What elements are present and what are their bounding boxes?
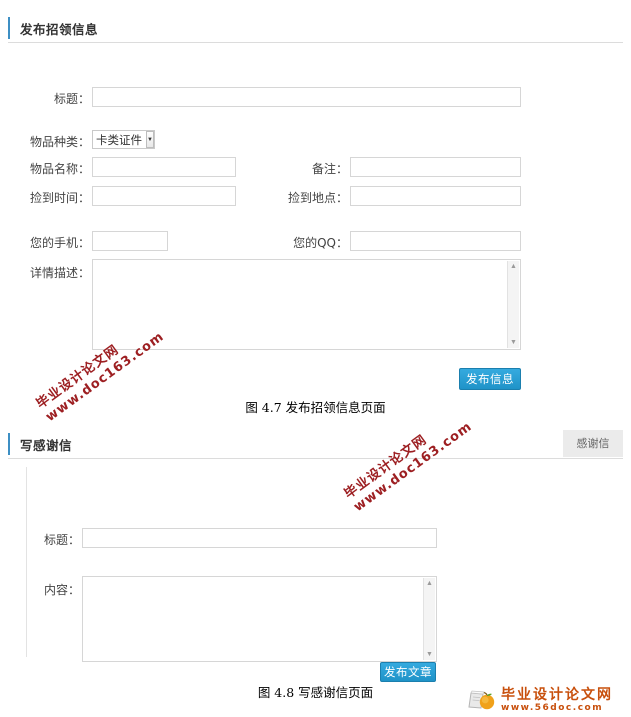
book-orange-svg: [468, 690, 495, 709]
label-category: 物品种类：: [29, 135, 90, 149]
label-title: 标题：: [53, 92, 90, 106]
input-found-place[interactable]: [350, 186, 521, 206]
publish-article-button[interactable]: 发布文章: [380, 662, 436, 682]
select-category[interactable]: 卡类证件 ▼: [92, 130, 155, 149]
label-item-name: 物品名称：: [29, 162, 90, 176]
label-qq: 您的QQ：: [293, 236, 348, 250]
textarea-content-scrollbar[interactable]: ▲ ▼: [423, 578, 435, 660]
input-phone[interactable]: [92, 231, 168, 251]
chevron-down-icon[interactable]: ▼: [146, 131, 154, 148]
scroll-up-icon[interactable]: ▲: [424, 578, 435, 589]
scroll-up-icon[interactable]: ▲: [508, 261, 519, 272]
panel2-accent-bar: [8, 433, 10, 455]
panel1-header: 发布招领信息: [8, 14, 623, 43]
input-item-name[interactable]: [92, 157, 236, 177]
book-orange-icon: [468, 689, 498, 713]
input-title[interactable]: [92, 87, 521, 107]
label-letter-content: 内容：: [43, 583, 80, 597]
label-found-time: 捡到时间：: [29, 191, 90, 205]
panel2-header: 写感谢信 感谢信: [8, 430, 623, 459]
label-letter-title: 标题：: [43, 533, 80, 547]
panel1-accent-bar: [8, 17, 10, 39]
textarea-letter-content[interactable]: ▲ ▼: [82, 576, 437, 662]
site-logo: 毕业设计论文网 www.56doc.com: [468, 688, 613, 713]
input-letter-title[interactable]: [82, 528, 437, 548]
select-category-value: 卡类证件: [96, 132, 142, 147]
scroll-down-icon[interactable]: ▼: [424, 649, 435, 660]
label-phone: 您的手机：: [29, 236, 90, 250]
logo-title: 毕业设计论文网: [501, 687, 613, 703]
label-remark: 备注：: [311, 162, 348, 176]
logo-text: 毕业设计论文网 www.56doc.com: [501, 688, 613, 713]
scroll-down-icon[interactable]: ▼: [508, 337, 519, 348]
figure-caption-4-7: 图 4.7 发布招领信息页面: [245, 400, 386, 415]
input-found-time[interactable]: [92, 186, 236, 206]
publish-info-button[interactable]: 发布信息: [459, 368, 521, 390]
logo-url: www.56doc.com: [501, 703, 604, 713]
panel1-body: 标题： 物品种类： 卡类证件 ▼ 物品名称： 备注： 捡到时间： 捡到地点： 您…: [8, 43, 623, 390]
panel2-body: 标题： 内容： ▲ ▼ 发布文章: [8, 459, 623, 682]
input-remark[interactable]: [350, 157, 521, 177]
textarea-detail[interactable]: ▲ ▼: [92, 259, 521, 350]
label-found-place: 捡到地点：: [287, 191, 348, 205]
panel1-title: 发布招领信息: [20, 22, 99, 37]
input-qq[interactable]: [350, 231, 521, 251]
panel2-title: 写感谢信: [20, 438, 73, 453]
panel-write-thanks-letter: 写感谢信 感谢信 标题： 内容： ▲ ▼ 发布文章: [8, 430, 623, 682]
textarea-detail-scrollbar[interactable]: ▲ ▼: [507, 261, 519, 348]
panel-publish-found-info: 发布招领信息 标题： 物品种类： 卡类证件 ▼ 物品名称： 备注： 捡到时间： …: [8, 14, 623, 390]
tab-thanks-letter[interactable]: 感谢信: [563, 430, 623, 457]
panel2-left-rule: [26, 467, 27, 657]
label-detail: 详情描述：: [29, 266, 90, 280]
document-page: 发布招领信息 标题： 物品种类： 卡类证件 ▼ 物品名称： 备注： 捡到时间： …: [0, 0, 631, 717]
